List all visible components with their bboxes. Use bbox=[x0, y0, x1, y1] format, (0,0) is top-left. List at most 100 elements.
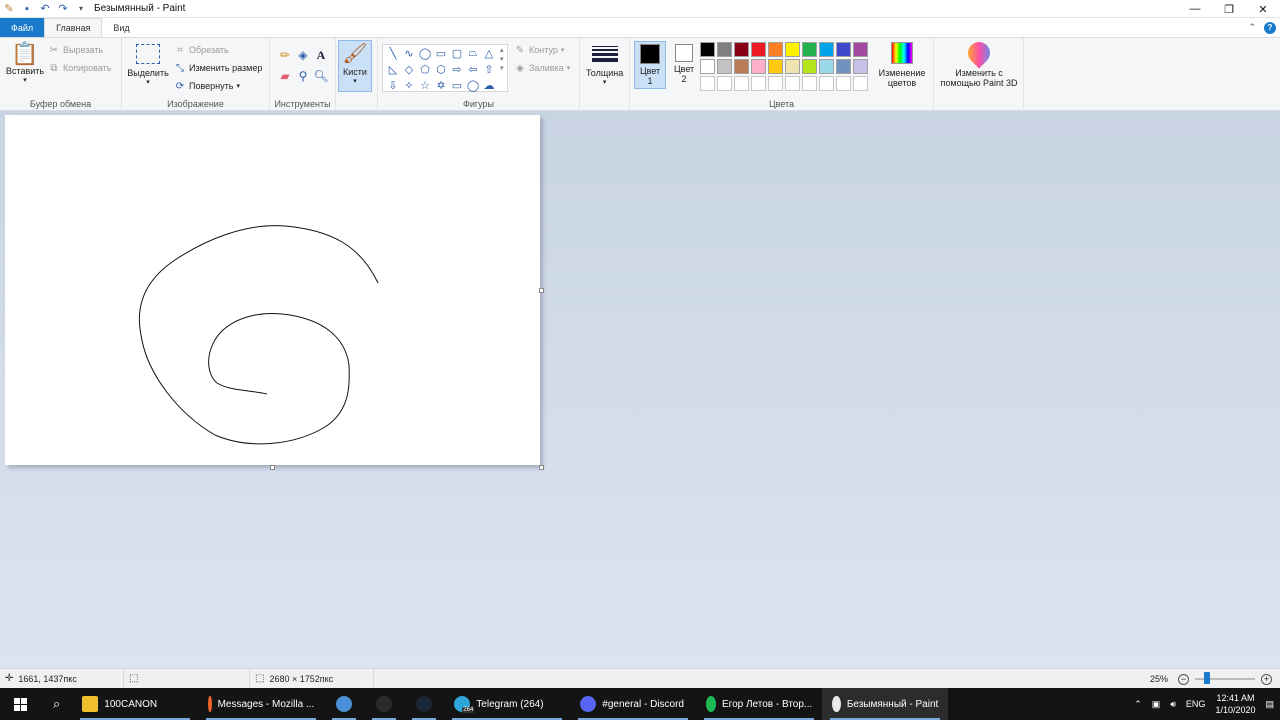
palette-color-swatch[interactable] bbox=[836, 42, 851, 57]
five-point-star-shape-icon[interactable]: ☆ bbox=[417, 77, 433, 93]
fill-bucket-icon[interactable]: ◈ bbox=[294, 48, 312, 63]
copy-button[interactable]: ⧉ Копировать bbox=[48, 62, 111, 74]
edit-colors-button[interactable]: Изменение цветов bbox=[876, 42, 928, 88]
taskbar-item-discord[interactable]: #general - Discord bbox=[570, 688, 696, 720]
taskbar-item-paint[interactable]: Безымянный - Paint bbox=[822, 688, 949, 720]
volume-icon[interactable]: 🔊︎ bbox=[1170, 699, 1176, 710]
palette-color-swatch[interactable] bbox=[717, 59, 732, 74]
magnifier-icon[interactable]: 🔍︎ bbox=[312, 69, 330, 83]
taskbar-item-spotify[interactable]: Егор Летов - Втор... bbox=[696, 688, 822, 720]
palette-color-swatch[interactable] bbox=[734, 42, 749, 57]
zoom-slider-thumb[interactable] bbox=[1204, 672, 1210, 684]
palette-color-swatch[interactable] bbox=[853, 42, 868, 57]
collapse-ribbon-icon[interactable]: ⌃ bbox=[1248, 22, 1256, 33]
right-arrow-shape-icon[interactable]: ⇨ bbox=[449, 61, 465, 77]
palette-color-swatch[interactable] bbox=[734, 59, 749, 74]
tab-view[interactable]: Вид bbox=[102, 18, 140, 37]
taskbar-item-folder[interactable]: 100CANON bbox=[72, 688, 198, 720]
drawing-canvas[interactable] bbox=[5, 115, 540, 465]
oval-shape-icon[interactable]: ◯ bbox=[417, 45, 433, 61]
close-button[interactable]: ✕ bbox=[1246, 0, 1280, 18]
text-tool-icon[interactable]: A bbox=[312, 48, 330, 63]
rotate-button[interactable]: ⟳ Повернуть ▾ bbox=[174, 80, 240, 92]
pencil-icon[interactable]: ✏ bbox=[276, 48, 294, 63]
palette-color-swatch[interactable] bbox=[768, 76, 783, 91]
right-triangle-shape-icon[interactable]: ◺ bbox=[385, 61, 401, 77]
palette-color-swatch[interactable] bbox=[717, 42, 732, 57]
undo-icon[interactable]: ↶ bbox=[38, 2, 52, 16]
taskbar-item-qbittorrent[interactable] bbox=[324, 688, 364, 720]
color1-button[interactable]: Цвет 1 bbox=[634, 41, 666, 89]
four-point-star-shape-icon[interactable]: ✧ bbox=[401, 77, 417, 93]
language-indicator[interactable]: ENG bbox=[1186, 699, 1206, 709]
restore-button[interactable]: ❐ bbox=[1212, 0, 1246, 18]
line-shape-icon[interactable]: ╲ bbox=[385, 45, 401, 61]
curve-shape-icon[interactable]: ∿ bbox=[401, 45, 417, 61]
cloud-callout-shape-icon[interactable]: ☁ bbox=[481, 77, 497, 93]
zoom-out-button[interactable]: − bbox=[1178, 673, 1189, 685]
resize-handle-corner[interactable] bbox=[539, 465, 544, 470]
palette-color-swatch[interactable] bbox=[751, 42, 766, 57]
palette-color-swatch[interactable] bbox=[802, 59, 817, 74]
size-button[interactable]: Толщина ▾ bbox=[586, 44, 623, 86]
hexagon-shape-icon[interactable]: ⬡ bbox=[433, 61, 449, 77]
palette-color-swatch[interactable] bbox=[734, 76, 749, 91]
redo-icon[interactable]: ↷ bbox=[56, 2, 70, 16]
minimize-button[interactable]: — bbox=[1178, 0, 1212, 18]
help-icon[interactable]: ? bbox=[1264, 21, 1276, 34]
palette-color-swatch[interactable] bbox=[819, 42, 834, 57]
palette-color-swatch[interactable] bbox=[785, 42, 800, 57]
palette-color-swatch[interactable] bbox=[853, 59, 868, 74]
palette-color-swatch[interactable] bbox=[768, 42, 783, 57]
diamond-shape-icon[interactable]: ◇ bbox=[401, 61, 417, 77]
palette-color-swatch[interactable] bbox=[836, 59, 851, 74]
resize-handle-bottom[interactable] bbox=[270, 465, 275, 470]
clock[interactable]: 12:41 AM 1/10/2020 bbox=[1215, 692, 1255, 716]
taskbar-item-telegram[interactable]: 264 Telegram (264) bbox=[444, 688, 570, 720]
eraser-icon[interactable]: ▰ bbox=[276, 69, 294, 83]
rounded-rectangle-shape-icon[interactable]: ▢ bbox=[449, 45, 465, 61]
down-arrow-shape-icon[interactable]: ⇩ bbox=[385, 77, 401, 93]
palette-color-swatch[interactable] bbox=[751, 59, 766, 74]
palette-color-swatch[interactable] bbox=[700, 76, 715, 91]
search-button[interactable]: ⌕ bbox=[41, 688, 72, 720]
color2-button[interactable]: Цвет 2 bbox=[670, 44, 698, 84]
palette-color-swatch[interactable] bbox=[751, 76, 766, 91]
six-point-star-shape-icon[interactable]: ✡ bbox=[433, 77, 449, 93]
zoom-in-button[interactable]: + bbox=[1261, 673, 1272, 685]
taskbar-item-steam[interactable] bbox=[404, 688, 444, 720]
rectangle-shape-icon[interactable]: ▭ bbox=[433, 45, 449, 61]
palette-color-swatch[interactable] bbox=[819, 76, 834, 91]
taskbar-item-firefox[interactable]: Messages - Mozilla ... bbox=[198, 688, 324, 720]
palette-color-swatch[interactable] bbox=[700, 59, 715, 74]
up-arrow-shape-icon[interactable]: ⇧ bbox=[481, 61, 497, 77]
palette-color-swatch[interactable] bbox=[802, 76, 817, 91]
rect-callout-shape-icon[interactable]: ▭ bbox=[449, 77, 465, 93]
palette-color-swatch[interactable] bbox=[785, 59, 800, 74]
paint3d-button[interactable]: Изменить с помощью Paint 3D bbox=[938, 37, 1020, 88]
palette-color-swatch[interactable] bbox=[836, 76, 851, 91]
color-picker-icon[interactable]: ⚲ bbox=[294, 69, 312, 83]
resize-handle-right[interactable] bbox=[539, 288, 544, 293]
select-button[interactable]: Выделить ▾ bbox=[126, 44, 170, 88]
customize-qat-icon[interactable]: ▾ bbox=[74, 2, 88, 16]
taskbar-item-epic-games[interactable] bbox=[364, 688, 404, 720]
palette-color-swatch[interactable] bbox=[785, 76, 800, 91]
network-icon[interactable]: ▣ bbox=[1152, 699, 1161, 710]
tab-home[interactable]: Главная bbox=[44, 18, 103, 37]
fill-button[interactable]: ◈ Заливка ▾ bbox=[514, 62, 570, 74]
start-button[interactable] bbox=[0, 688, 41, 720]
cut-button[interactable]: ✂ Вырезать bbox=[48, 44, 103, 56]
pentagon-shape-icon[interactable]: ⬠ bbox=[417, 61, 433, 77]
zoom-slider[interactable] bbox=[1195, 672, 1255, 684]
paste-button[interactable]: 📋 Вставить ▾ bbox=[4, 42, 46, 86]
palette-color-swatch[interactable] bbox=[853, 76, 868, 91]
palette-color-swatch[interactable] bbox=[768, 59, 783, 74]
notifications-icon[interactable]: ▤ bbox=[1265, 699, 1274, 710]
triangle-shape-icon[interactable]: △ bbox=[481, 45, 497, 61]
outline-button[interactable]: ✎ Контур ▾ bbox=[514, 44, 565, 56]
palette-color-swatch[interactable] bbox=[700, 42, 715, 57]
chevron-up-icon[interactable]: ⌃ bbox=[1134, 699, 1142, 710]
left-arrow-shape-icon[interactable]: ⇦ bbox=[465, 61, 481, 77]
brushes-button[interactable]: 🖌︎ Кисти ▾ bbox=[338, 40, 372, 92]
